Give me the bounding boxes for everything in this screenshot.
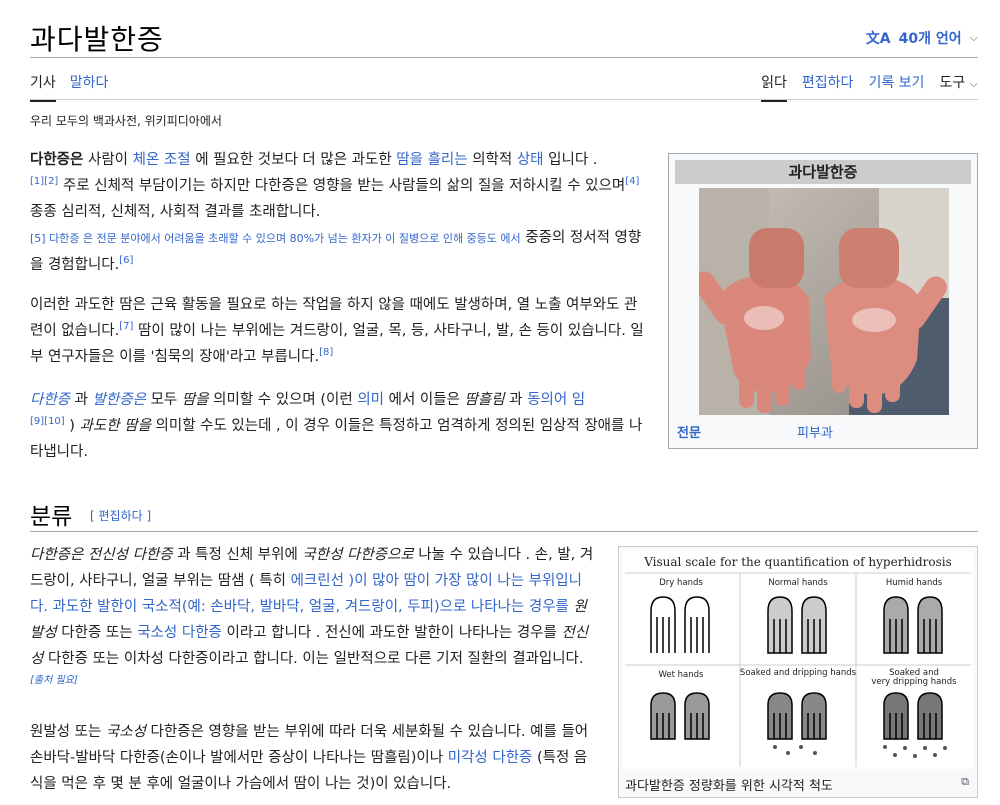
sweaty-palms-photo[interactable]	[699, 188, 949, 415]
tab-edit[interactable]: 편집하다	[802, 72, 854, 102]
figure-hyperhidrosis-scale: Visual scale for the quantification of h…	[618, 546, 978, 798]
citation[interactable]: [8]	[319, 347, 333, 358]
link-hyperhidrosis[interactable]: 다한증	[30, 392, 70, 408]
citation-needed[interactable]: [출처 필요]	[30, 675, 78, 686]
text: 과	[70, 392, 93, 408]
language-count: 40개 언어	[898, 31, 962, 47]
translate-icon: 文A	[865, 31, 891, 47]
link-diaphoresis[interactable]: 발한증은	[93, 392, 146, 408]
panel-label: Humid hands	[886, 578, 943, 588]
intro-paragraph-2: 이러한 과도한 땀은 근육 활동을 필요로 하는 작업을 하지 않을 때에도 발…	[30, 292, 650, 370]
citation[interactable]: [6]	[119, 255, 133, 266]
italic-text: 국소성	[105, 724, 146, 740]
classification-paragraph-1: 다한증은 전신성 다한증 과 특정 신체 부위에 국한성 다한증으로 나눌 수 …	[30, 542, 596, 698]
text: 다한증 또는 이차성 다한증이라고 합니다. 이는 일반적으로 다른 기저 질환…	[43, 651, 584, 667]
infobox-label-specialty[interactable]: 전문	[677, 422, 701, 441]
text: 입니다 .	[543, 152, 598, 168]
text: 의미할 수 있으며 (이런	[208, 392, 358, 408]
language-selector[interactable]: 文A 40개 언어 ⌵	[866, 28, 978, 48]
title-divider	[30, 57, 978, 58]
infobox-title: 과다발한증	[675, 160, 971, 184]
italic-text: 과도한 땀을	[79, 418, 151, 434]
panel-label: Wet hands	[659, 670, 705, 680]
citation[interactable]: [9][10]	[30, 416, 65, 427]
tab-history[interactable]: 기록 보기	[868, 72, 924, 102]
hyperhidrosis-scale-diagram[interactable]: Visual scale for the quantification of h…	[623, 551, 973, 769]
text: 에 필요한 것보다 더 많은 과도한	[190, 152, 397, 168]
section-heading: 분류	[30, 504, 73, 530]
italic-text: 다한증은 전신성 다한증	[30, 547, 173, 563]
text: 원발성 또는	[30, 724, 106, 740]
chevron-down-icon: ⌵	[969, 77, 978, 90]
text: )	[64, 418, 80, 434]
intro-paragraph-3: 다한증 과 발한증은 모두 땀을 의미할 수 있으며 (이런 의미 에서 이들은…	[30, 387, 650, 465]
namespace-tabs: 기사 말하다	[30, 72, 108, 102]
italic-text: 땀흘림	[464, 392, 505, 408]
infobox-value-specialty[interactable]: 피부과	[797, 422, 833, 441]
panel-label: Soaked and dripping hands	[740, 668, 857, 678]
link-gustatory-sweating[interactable]: 미각성 다한증	[448, 750, 533, 766]
text: 과 특정 신체 부위에	[172, 547, 303, 563]
text: 모두	[145, 392, 182, 408]
text: 에서 이들은	[384, 392, 465, 408]
text: 주로 신체적 부담이기는 하지만 다한증은 영향을 받는 사람들의 삶의 질을 …	[58, 178, 626, 194]
enlarge-icon[interactable]: ⧉	[961, 775, 969, 789]
text: 종종 심리적, 신체적, 사회적 결과를 초래합니다.	[30, 204, 321, 220]
chevron-down-icon: ⌵	[969, 31, 978, 44]
view-tabs: 읽다 편집하다 기록 보기 도구 ⌵	[761, 72, 978, 102]
intro-paragraph-1: 다한증은 사람이 체온 조절 에 필요한 것보다 더 많은 과도한 땀을 흘리는…	[30, 147, 650, 278]
page-title: 과다발한증	[30, 23, 164, 56]
text: 다한증 또는	[56, 625, 138, 641]
tab-article[interactable]: 기사	[30, 72, 56, 102]
figure-caption: 과다발한증 정량화를 위한 시각적 척도	[625, 779, 833, 794]
link-sweating[interactable]: 땀을 흘리는	[396, 152, 467, 168]
tab-read[interactable]: 읽다	[761, 72, 787, 102]
bold-term: 다한증은	[30, 152, 84, 168]
text: 의학적	[467, 152, 517, 168]
citation[interactable]: [4]	[625, 176, 639, 187]
text: 과	[504, 392, 528, 408]
citation[interactable]: [1][2]	[30, 176, 58, 187]
link-sense[interactable]: 의미	[357, 392, 384, 408]
tab-talk[interactable]: 말하다	[70, 72, 109, 102]
link-synonym[interactable]: 동의어 임	[527, 392, 585, 408]
citation[interactable]: [7]	[119, 321, 133, 332]
panel-label: Normal hands	[768, 578, 828, 588]
tab-tools[interactable]: 도구 ⌵	[939, 72, 978, 102]
section-edit-link[interactable]: [ 편집하다 ]	[90, 507, 151, 524]
text: 이라고 합니다 . 전신에 과도한 발한이 나타나는 경우를	[221, 625, 562, 641]
classification-paragraph-2: 원발성 또는 국소성 다한증은 영향을 받는 부위에 따라 더욱 세분화될 수 …	[30, 719, 596, 797]
text: 사람이	[83, 152, 133, 168]
panel-label: Dry hands	[659, 578, 703, 588]
link-thermoregulation[interactable]: 체온 조절	[133, 152, 191, 168]
citation-text[interactable]: [5] 다한증 은 전문 분야에서 어려움을 초래할 수 있으며 80%가 넘는…	[30, 232, 521, 245]
italic-text: 땀을	[181, 392, 209, 408]
link-focal-hyperhidrosis[interactable]: 국소성 다한증	[137, 625, 222, 641]
infobox: 과다발한증 전문 피부과	[668, 153, 978, 449]
panel-label-5b: very dripping hands	[871, 677, 957, 687]
tabs-divider	[30, 99, 978, 100]
link-condition[interactable]: 상태	[517, 152, 544, 168]
italic-text: 국한성 다한증으로	[302, 547, 414, 563]
section-divider	[30, 531, 978, 532]
site-tagline: 우리 모두의 백과사전, 위키피디아에서	[30, 114, 222, 128]
tools-label: 도구	[939, 75, 966, 91]
diagram-title: Visual scale for the quantification of h…	[643, 555, 952, 569]
